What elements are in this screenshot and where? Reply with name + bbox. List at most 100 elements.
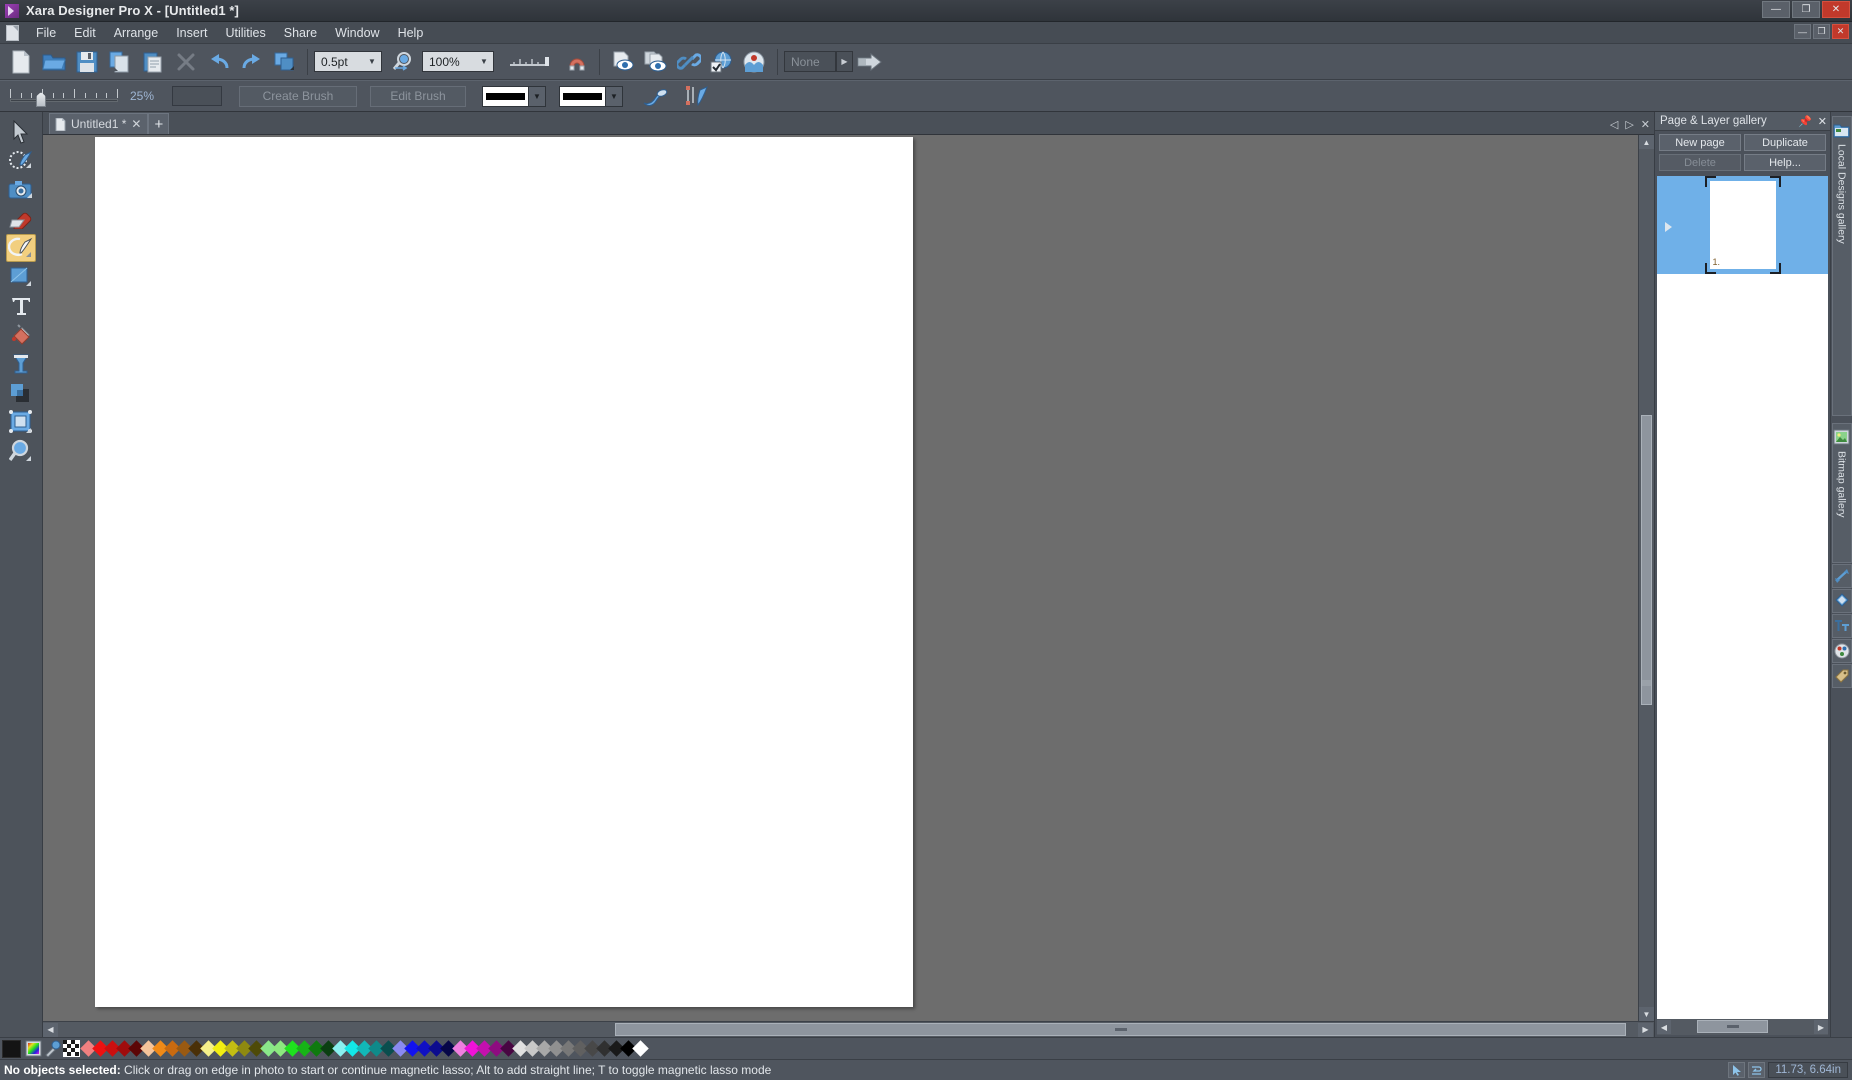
text-tool[interactable] [6, 292, 36, 320]
web-preview-icon[interactable] [739, 47, 770, 77]
redo-arrow-icon[interactable] [236, 47, 267, 77]
link-chain-icon[interactable] [673, 47, 704, 77]
scroll-right-button[interactable]: ▶ [1638, 1023, 1653, 1037]
scroll-left-button[interactable]: ◀ [43, 1023, 58, 1037]
vertical-scrollbar[interactable]: ▲ ▼ [1638, 135, 1654, 1021]
document-preview-icon[interactable] [640, 47, 671, 77]
color-swatch-row[interactable] [82, 1041, 646, 1056]
tab-prev-button[interactable]: ◁ [1610, 118, 1618, 131]
web-check-icon[interactable] [706, 47, 737, 77]
delete-page-button[interactable]: Delete [1659, 154, 1741, 171]
menu-share[interactable]: Share [275, 24, 326, 42]
color-picker-icon[interactable] [44, 1040, 61, 1057]
vertical-scroll-thumb[interactable] [1641, 415, 1652, 705]
line-width-combo[interactable]: 0.5pt ▼ [314, 51, 382, 72]
no-color-swatch[interactable] [2, 1040, 21, 1058]
panel-horizontal-scrollbar[interactable]: ◀ ▶ [1657, 1019, 1828, 1035]
chevron-down-icon[interactable]: ▼ [475, 52, 493, 71]
chevron-down-icon[interactable]: ▼ [605, 87, 622, 106]
brush-smooth-icon[interactable] [639, 81, 670, 111]
undo-arrow-icon[interactable] [203, 47, 234, 77]
page-list[interactable]: 1. [1657, 176, 1828, 274]
magnetic-lasso-tool[interactable] [6, 234, 36, 262]
brush-edit-points-icon[interactable] [681, 81, 712, 111]
create-brush-button[interactable]: Create Brush [239, 86, 357, 107]
horizontal-scrollbar[interactable]: ◀ ▶ [43, 1021, 1654, 1037]
brush-opacity-slider[interactable] [8, 85, 120, 107]
zoom-tool-icon[interactable] [388, 47, 419, 77]
mdi-close-button[interactable]: ✕ [1832, 24, 1849, 39]
brush-profile-swatch[interactable]: ▼ [482, 86, 546, 107]
transparent-swatch-icon[interactable] [63, 1040, 80, 1057]
photo-tool[interactable] [6, 176, 36, 204]
menu-help[interactable]: Help [389, 24, 433, 42]
document-menu-icon[interactable] [6, 25, 19, 41]
fill-tool[interactable] [6, 321, 36, 349]
menu-insert[interactable]: Insert [167, 24, 216, 42]
units-toggle-icon[interactable] [1748, 1062, 1765, 1078]
fill-gallery-tab[interactable] [1832, 589, 1852, 613]
panel-scroll-left[interactable]: ◀ [1657, 1020, 1671, 1034]
menu-window[interactable]: Window [326, 24, 388, 42]
scroll-down-button[interactable]: ▼ [1639, 1007, 1654, 1021]
new-tab-button[interactable]: + [148, 113, 169, 134]
duplicate-icon[interactable] [269, 47, 300, 77]
tab-close-button[interactable]: ✕ [1641, 118, 1650, 131]
tab-next-button[interactable]: ▷ [1625, 118, 1633, 131]
edit-brush-button[interactable]: Edit Brush [370, 86, 466, 107]
canvas[interactable]: ▲ ▼ [43, 135, 1654, 1021]
duplicate-page-button[interactable]: Duplicate [1744, 134, 1826, 151]
chevron-down-icon[interactable]: ▼ [528, 87, 545, 106]
close-icon[interactable]: ✕ [131, 117, 141, 131]
line-gallery-tab[interactable] [1832, 564, 1852, 588]
menu-file[interactable]: File [27, 24, 65, 42]
page-canvas[interactable] [95, 137, 913, 1007]
rectangle-tool[interactable] [6, 263, 36, 291]
shadow-tool[interactable] [6, 379, 36, 407]
expand-arrow-icon[interactable] [1665, 222, 1672, 232]
open-folder-icon[interactable] [38, 47, 69, 77]
snap-magnet-icon[interactable] [561, 47, 592, 77]
menu-edit[interactable]: Edit [65, 24, 105, 42]
name-field-dropdown[interactable]: ▶ [836, 51, 853, 72]
mdi-minimize-button[interactable]: — [1794, 24, 1811, 39]
help-button[interactable]: Help... [1744, 154, 1826, 171]
mdi-restore-button[interactable]: ❐ [1813, 24, 1830, 39]
split-handle[interactable] [1642, 680, 1651, 686]
copy-icon[interactable] [104, 47, 135, 77]
new-document-icon[interactable] [5, 47, 36, 77]
panel-scroll-thumb[interactable] [1697, 1020, 1768, 1033]
close-icon[interactable]: ✕ [1818, 115, 1827, 128]
paste-icon[interactable] [137, 47, 168, 77]
quickshape-tool[interactable] [6, 350, 36, 378]
selector-tool[interactable] [6, 118, 36, 146]
ruler-icon[interactable] [506, 47, 554, 77]
color-gallery-tab[interactable] [1832, 639, 1852, 663]
close-button[interactable]: ✕ [1822, 1, 1850, 18]
zoom-level-combo[interactable]: 100% ▼ [422, 51, 494, 72]
scroll-up-button[interactable]: ▲ [1639, 135, 1654, 149]
eraser-tool[interactable] [6, 205, 36, 233]
local-designs-gallery-tab[interactable]: Local Designs gallery [1832, 116, 1852, 416]
panel-scroll-right[interactable]: ▶ [1814, 1020, 1828, 1034]
export-arrow-icon[interactable] [854, 47, 885, 77]
zoom-tool[interactable] [6, 437, 36, 465]
name-field[interactable]: None [784, 51, 836, 72]
selection-arrow-icon[interactable] [1728, 1062, 1745, 1078]
menu-arrange[interactable]: Arrange [105, 24, 167, 42]
name-gallery-tab[interactable] [1832, 664, 1852, 688]
menu-utilities[interactable]: Utilities [216, 24, 274, 42]
color-swatch[interactable] [632, 1040, 649, 1057]
minimize-button[interactable]: — [1762, 1, 1790, 18]
pin-icon[interactable]: 📌 [1798, 115, 1812, 128]
color-editor-icon[interactable] [25, 1040, 42, 1057]
new-page-button[interactable]: New page [1659, 134, 1741, 151]
mould-tool[interactable] [6, 408, 36, 436]
page-preview-icon[interactable] [607, 47, 638, 77]
font-gallery-tab[interactable] [1832, 614, 1852, 638]
bitmap-gallery-tab[interactable]: Bitmap gallery [1832, 423, 1852, 563]
page-thumbnail[interactable]: 1. [1710, 181, 1776, 269]
maximize-button[interactable]: ❐ [1792, 1, 1820, 18]
chevron-down-icon[interactable]: ▼ [363, 52, 381, 71]
brush-pressure-swatch[interactable]: ▼ [559, 86, 623, 107]
